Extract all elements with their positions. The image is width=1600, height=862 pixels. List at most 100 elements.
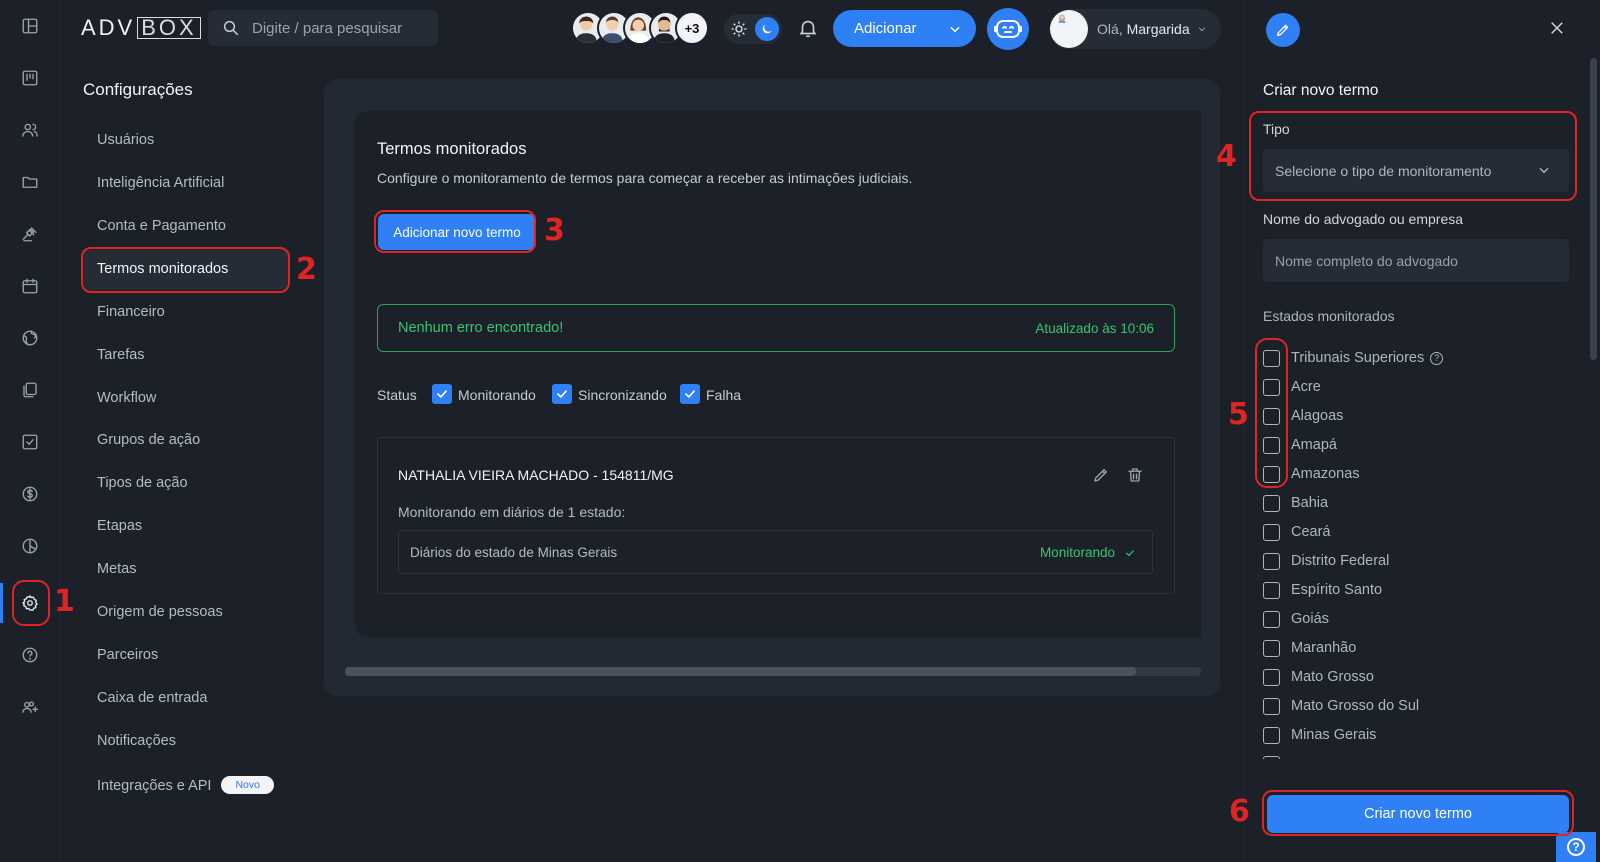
success-message: Nenhum erro encontrado! [398,320,564,336]
documents-icon[interactable] [19,379,41,401]
theme-toggle[interactable] [724,14,782,44]
state-checkbox[interactable] [1263,349,1280,367]
state-checkbox-row[interactable]: Mato Grosso do Sul [1263,696,1419,716]
state-checkbox[interactable] [1263,407,1280,425]
menu-item-tarefas[interactable]: Tarefas [97,347,145,363]
state-checkbox[interactable] [1263,378,1280,396]
menu-item-integracoes-api[interactable]: Integrações e API Novo [97,776,274,794]
chevron-down-icon[interactable] [934,10,976,47]
user-menu[interactable]: Olá, Margarida [1049,9,1221,49]
state-checkbox[interactable] [1263,726,1280,744]
state-checkbox-row[interactable]: Goiás [1263,609,1329,629]
chart-icon[interactable] [19,535,41,557]
kanban-icon[interactable] [19,67,41,89]
checkbox-monitorando[interactable] [432,384,452,404]
ai-assistant-icon[interactable] [987,8,1029,50]
checkbox-sincronizando[interactable] [552,384,572,404]
state-checkbox[interactable] [1263,581,1280,599]
drawer-scrollbar[interactable] [1590,58,1597,360]
money-icon[interactable] [19,483,41,505]
folder-icon[interactable] [19,171,41,193]
globe-icon[interactable] [19,327,41,349]
people-icon[interactable] [19,119,41,141]
menu-item-conta-pagamento[interactable]: Conta e Pagamento [97,218,226,234]
calendar-icon[interactable] [19,275,41,297]
state-checkbox-row[interactable]: Ceará [1263,522,1331,542]
chevron-down-icon [1539,167,1549,174]
term-name: NATHALIA VIEIRA MACHADO - 154811/MG [398,467,674,483]
state-checkbox[interactable] [1263,639,1280,657]
menu-item-origem-pessoas[interactable]: Origem de pessoas [97,604,223,620]
state-checkbox-row[interactable]: Tribunais Superiores? [1263,348,1444,368]
app-logo[interactable]: ADV BOX [81,15,201,40]
edit-pencil-icon[interactable] [1092,466,1110,484]
menu-item-termos-monitorados[interactable]: Termos monitorados [97,261,228,277]
state-checkbox[interactable] [1263,552,1280,570]
state-checkbox-row[interactable]: Bahia [1263,493,1328,513]
menu-item-tipos-acao[interactable]: Tipos de ação [97,475,188,491]
type-select[interactable]: Selecione o tipo de monitoramento [1263,149,1569,192]
help-icon[interactable] [19,644,41,666]
moon-icon[interactable] [755,17,779,41]
state-checkbox-row[interactable]: Acre [1263,377,1321,397]
add-users-icon[interactable] [19,696,41,718]
annotation-number-2: 2 [296,252,317,287]
type-label: Tipo [1263,121,1290,137]
team-avatars[interactable]: +3 [571,11,709,45]
state-label: Amapá [1291,437,1337,453]
gavel-icon[interactable] [19,223,41,245]
state-checkbox-row[interactable]: Amapá [1263,435,1337,455]
menu-item-etapas[interactable]: Etapas [97,518,142,534]
help-widget[interactable]: ? [1556,832,1596,862]
settings-icon[interactable] [19,592,41,614]
dashboard-icon[interactable] [19,15,41,37]
checklist-icon[interactable] [19,431,41,453]
menu-item-caixa-entrada[interactable]: Caixa de entrada [97,690,207,706]
avatars-more-count[interactable]: +3 [675,11,709,45]
sun-icon[interactable] [730,20,748,38]
menu-item-parceiros[interactable]: Parceiros [97,647,158,663]
state-label: Maranhão [1291,640,1357,656]
state-checkbox[interactable] [1263,697,1280,715]
state-checkbox-row[interactable]: Distrito Federal [1263,551,1389,571]
add-button[interactable]: Adicionar [833,10,976,47]
user-avatar[interactable] [1050,10,1088,48]
bell-icon[interactable] [797,17,819,39]
close-icon[interactable] [1548,19,1566,37]
search-bar[interactable]: Digite / para pesquisar [208,10,438,46]
state-label: Amazonas [1291,466,1360,482]
logo-text-adv: ADV [81,15,136,40]
horizontal-scrollbar[interactable] [345,667,1201,676]
state-checkbox[interactable] [1263,668,1280,686]
state-checkbox[interactable] [1263,465,1280,483]
state-checkbox-row[interactable]: Amazonas [1263,464,1360,484]
menu-item-workflow[interactable]: Workflow [97,390,156,406]
help-circle-icon[interactable]: ? [1430,351,1444,365]
state-label: Mato Grosso do Sul [1291,698,1420,714]
state-label: Distrito Federal [1291,553,1390,569]
state-checkbox-row[interactable]: Minas Gerais [1263,725,1376,745]
add-new-term-button[interactable]: Adicionar novo termo [378,214,536,250]
checkbox-falha[interactable] [680,384,700,404]
create-term-button[interactable]: Criar novo termo [1267,795,1569,833]
state-checkbox[interactable] [1263,494,1280,512]
state-checkbox[interactable] [1263,436,1280,454]
menu-item-financeiro[interactable]: Financeiro [97,304,165,320]
state-checkbox-row[interactable]: Espírito Santo [1263,580,1382,600]
lawyer-name-input[interactable] [1263,239,1569,282]
search-placeholder[interactable]: Digite / para pesquisar [252,20,402,37]
menu-item-notificacoes[interactable]: Notificações [97,733,176,749]
menu-item-grupos-acao[interactable]: Grupos de ação [97,432,200,448]
state-checkbox[interactable] [1263,523,1280,541]
state-checkbox-row[interactable]: Mato Grosso [1263,667,1374,687]
check-icon [1126,549,1134,556]
scrollbar-thumb[interactable] [345,667,1136,676]
state-checkbox-row[interactable]: Maranhão [1263,638,1356,658]
trash-icon[interactable] [1126,466,1144,484]
menu-item-metas[interactable]: Metas [97,561,137,577]
menu-item-usuarios[interactable]: Usuários [97,132,154,148]
state-checkbox-row[interactable]: Alagoas [1263,406,1343,426]
annotation-number-4: 4 [1216,139,1237,174]
state-checkbox[interactable] [1263,610,1280,628]
menu-item-inteligencia-artificial[interactable]: Inteligência Artificial [97,175,224,191]
